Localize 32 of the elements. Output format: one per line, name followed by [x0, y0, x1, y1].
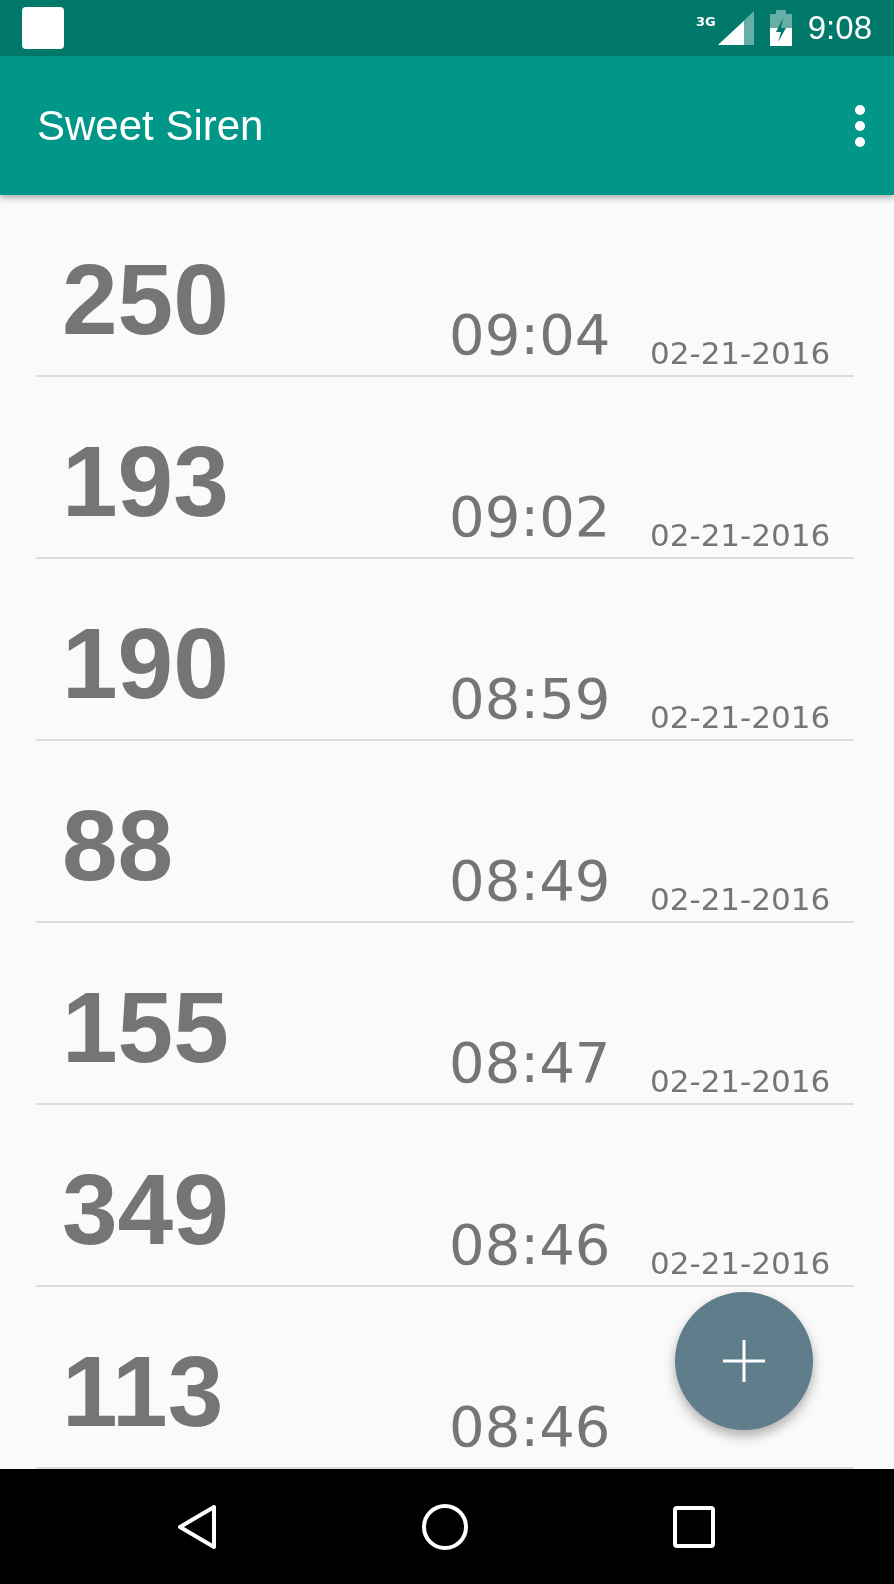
reading-time: 09:04 [449, 307, 612, 363]
reading-date: 02-21-2016 [650, 884, 831, 915]
battery-icon [769, 10, 792, 46]
reading-time: 08:49 [449, 853, 612, 909]
reading-date: 02-21-2016 [650, 702, 831, 733]
signal-icon [717, 11, 754, 45]
reading-value: 155 [61, 977, 230, 1077]
reading-date: 02-21-2016 [650, 338, 831, 369]
reading-value: 193 [61, 431, 230, 531]
clock: 9:08 [807, 8, 872, 49]
overflow-menu-icon[interactable] [854, 103, 866, 148]
reading-value: 88 [61, 795, 175, 895]
reading-date: 02-21-2016 [650, 520, 831, 551]
reading-time: 09:02 [449, 489, 612, 545]
add-button[interactable] [675, 1292, 813, 1430]
reading-value: 349 [61, 1159, 230, 1259]
app-title: Sweet Siren [37, 101, 264, 151]
recents-button[interactable] [673, 1505, 715, 1548]
network-type: 3G [696, 15, 716, 28]
reading-time: 08:59 [449, 671, 612, 727]
reading-date: 02-21-2016 [650, 1066, 831, 1097]
reading-time: 08:46 [449, 1399, 612, 1455]
reading-date: 02-21-2016 [650, 1248, 831, 1279]
plus-icon [723, 1340, 765, 1382]
reading-value: 113 [61, 1341, 225, 1441]
back-button[interactable] [176, 1503, 218, 1550]
notification-icon [22, 7, 64, 49]
reading-value: 250 [61, 249, 230, 349]
reading-value: 190 [61, 613, 230, 713]
reading-time: 08:47 [449, 1035, 612, 1091]
home-button[interactable] [421, 1502, 469, 1551]
reading-time: 08:46 [449, 1217, 612, 1273]
